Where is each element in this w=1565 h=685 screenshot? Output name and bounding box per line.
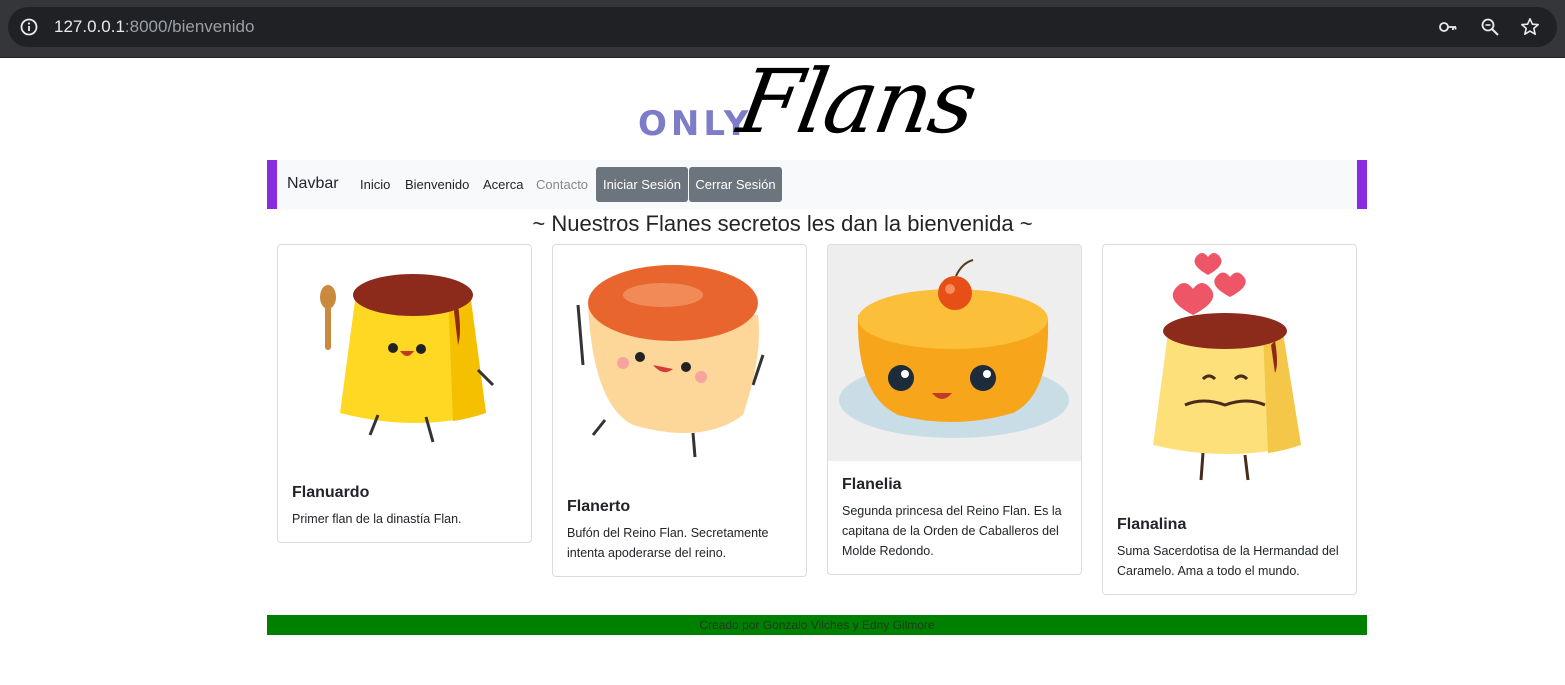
card-flanuardo: Flanuardo Primer flan de la dinastía Fla… <box>277 244 532 543</box>
site-logo: ONLY Flans <box>630 50 1010 158</box>
login-button[interactable]: Iniciar Sesión <box>596 167 688 202</box>
address-bar[interactable]: 127.0.0.1:8000/bienvenido <box>8 7 1557 47</box>
logo-flans-text: Flans <box>730 50 983 153</box>
flanerto-image <box>576 265 765 458</box>
nav-link-acerca[interactable]: Acerca <box>483 177 523 192</box>
navbar: Navbar Inicio Bienvenido Acerca Contacto… <box>267 160 1367 209</box>
flanalina-image <box>1153 253 1301 481</box>
card-text: Suma Sacerdotisa de la Hermandad del Car… <box>1117 544 1339 578</box>
site-info-icon[interactable] <box>20 18 38 36</box>
nav-link-contacto[interactable]: Contacto <box>536 177 588 192</box>
card-text: Bufón del Reino Flan. Secretamente inten… <box>567 526 769 560</box>
navbar-brand[interactable]: Navbar <box>287 175 339 193</box>
footer: Creado por Gonzalo Vilches y Edny Gilmor… <box>267 615 1367 635</box>
nav-link-inicio[interactable]: Inicio <box>360 177 390 192</box>
url-text[interactable]: 127.0.0.1:8000/bienvenido <box>54 17 254 37</box>
bookmark-star-icon[interactable] <box>1520 17 1540 37</box>
page-headline: ~ Nuestros Flanes secretos les dan la bi… <box>532 211 1033 236</box>
key-icon[interactable] <box>1438 17 1458 37</box>
card-title: Flanalina <box>1117 516 1187 533</box>
flanelia-image <box>828 245 1081 461</box>
card-text: Primer flan de la dinastía Flan. <box>292 512 462 526</box>
flanuardo-image <box>320 274 495 443</box>
url-host: 127.0.0.1 <box>54 17 125 36</box>
card-flanalina: Flanalina Suma Sacerdotisa de la Hermand… <box>1102 244 1357 595</box>
card-title: Flanelia <box>842 476 902 493</box>
card-flanelia: Flanelia Segunda princesa del Reino Flan… <box>827 244 1082 575</box>
card-title: Flanerto <box>567 498 631 515</box>
card-flanerto: Flanerto Bufón del Reino Flan. Secretame… <box>552 244 807 577</box>
nav-link-bienvenido[interactable]: Bienvenido <box>405 177 469 192</box>
zoom-icon[interactable] <box>1480 17 1500 37</box>
card-text: Segunda princesa del Reino Flan. Es la c… <box>842 504 1062 558</box>
logout-button[interactable]: Cerrar Sesión <box>689 167 782 202</box>
url-path: :8000/bienvenido <box>124 17 255 36</box>
card-title: Flanuardo <box>292 484 370 501</box>
